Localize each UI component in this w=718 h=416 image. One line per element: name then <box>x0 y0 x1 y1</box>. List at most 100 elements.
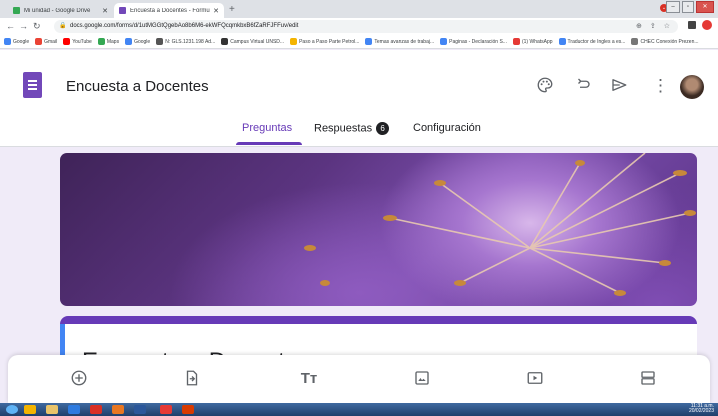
responses-count-badge: 6 <box>376 122 390 135</box>
maximize-button[interactable]: ▫ <box>682 1 694 13</box>
bookmark-favicon-icon <box>221 38 229 45</box>
add-video-icon[interactable] <box>524 367 546 389</box>
bookmark-star-icon[interactable]: ☆ <box>664 20 670 33</box>
profile-avatar[interactable] <box>702 20 712 30</box>
add-image-icon[interactable] <box>411 367 433 389</box>
system-tray: 11:31 a.m. 20/02/2023 <box>689 404 714 414</box>
powerpoint-icon[interactable] <box>182 405 194 414</box>
file-explorer-icon[interactable] <box>46 405 58 414</box>
undo-icon[interactable] <box>574 76 592 99</box>
new-tab-button[interactable]: + <box>229 3 235 16</box>
url-text: docs.google.com/forms/d/1utMGGtQgebAo8b6… <box>70 23 299 29</box>
window-controls: – ▫ ✕ <box>666 1 714 13</box>
send-icon[interactable] <box>610 76 628 99</box>
ie-icon[interactable] <box>24 405 36 414</box>
chrome-icon[interactable] <box>160 405 172 414</box>
bookmark-favicon-icon <box>440 38 448 45</box>
share-icon[interactable]: ⇪ <box>650 20 656 33</box>
bookmark-label: Temas avanzas de trabaj... <box>374 38 435 45</box>
question-toolbar: Tт <box>8 355 710 403</box>
bookmark-favicon-icon <box>125 38 133 45</box>
bookmark-label: Paginas - Declaración S... <box>449 38 507 45</box>
active-tab-indicator <box>236 142 302 145</box>
bookmark-item[interactable]: Campus Virtual UNSD... <box>221 38 284 45</box>
bookmark-favicon-icon <box>512 38 520 45</box>
google-drive-icon <box>13 7 20 14</box>
bookmark-label: N: GLS.1231.198 Ad... <box>165 38 216 45</box>
forms-header: Encuesta a Docentes ⋮ Preguntas Respuest… <box>0 50 718 147</box>
bookmark-item[interactable]: Temas avanzas de trabaj... <box>365 38 434 45</box>
bookmark-label: Google <box>13 38 30 45</box>
bookmark-label: Google <box>134 38 151 45</box>
zoom-icon[interactable]: ⊕ <box>636 20 642 33</box>
firefox-icon[interactable] <box>112 405 124 414</box>
add-title-icon[interactable]: Tт <box>298 367 320 389</box>
tab-google-drive[interactable]: Mi unidad - Google Drive ✕ <box>8 3 113 18</box>
bookmark-favicon-icon <box>97 38 105 45</box>
bookmark-label: (1) WhatsApp <box>521 38 553 45</box>
bookmark-item[interactable]: Paso a Paso Parte Petrol... <box>290 38 359 45</box>
google-forms-logo-icon[interactable] <box>23 72 42 98</box>
bookmark-item[interactable]: Google <box>4 38 29 45</box>
bookmark-item[interactable]: Maps <box>97 38 120 45</box>
add-question-icon[interactable] <box>68 367 90 389</box>
windows-taskbar: 11:31 a.m. 20/02/2023 <box>0 403 718 416</box>
tab-title: Mi unidad - Google Drive <box>24 7 91 14</box>
acrobat-icon[interactable] <box>90 405 102 414</box>
bookmark-label: Paso a Paso Parte Petrol... <box>299 38 360 45</box>
bookmark-label: YouTube <box>72 38 92 45</box>
browser-toolbar: ← → ↻ 🔒 docs.google.com/forms/d/1utMGGtQ… <box>0 18 718 35</box>
tab-title: Encuesta a Docentes - Formularios de G <box>130 7 210 14</box>
bookmark-label: Traductor de Ingles a es... <box>567 38 626 45</box>
bookmark-favicon-icon <box>63 38 71 45</box>
tab-forms[interactable]: Encuesta a Docentes - Formularios de G ✕ <box>114 3 224 18</box>
bookmark-label: Maps <box>106 38 120 45</box>
header-image-flower <box>60 153 697 306</box>
minimize-button[interactable]: – <box>666 1 680 13</box>
address-bar[interactable]: 🔒 docs.google.com/forms/d/1utMGGtQgebAo8… <box>54 20 678 33</box>
bookmark-item[interactable]: Paginas - Declaración S... <box>440 38 507 45</box>
reload-icon[interactable]: ↻ <box>33 20 41 33</box>
bookmark-item[interactable]: Traductor de Ingles a es... <box>558 38 626 45</box>
browser-tab-strip: Mi unidad - Google Drive ✕ Encuesta a Do… <box>0 0 718 18</box>
media-player-icon[interactable] <box>68 405 80 414</box>
close-tab-icon[interactable]: ✕ <box>213 7 219 15</box>
bookmark-item[interactable]: CHEC Conexión Prezen... <box>631 38 699 45</box>
bookmark-item[interactable]: YouTube <box>63 38 92 45</box>
word-icon[interactable] <box>134 405 146 414</box>
bookmark-favicon-icon <box>4 38 11 45</box>
tab-respuestas-label: Respuestas <box>314 122 373 135</box>
bookmark-label: Campus Virtual UNSD... <box>230 38 285 45</box>
bookmark-favicon-icon <box>558 38 566 45</box>
lock-icon: 🔒 <box>59 23 67 29</box>
document-title[interactable]: Encuesta a Docentes <box>66 78 209 95</box>
extensions-icon[interactable] <box>688 21 696 29</box>
close-tab-icon[interactable]: ✕ <box>102 7 108 15</box>
bookmark-item[interactable]: N: GLS.1231.198 Ad... <box>156 38 215 45</box>
toolbar-right <box>688 20 712 30</box>
user-avatar[interactable] <box>680 75 704 99</box>
flower-stamens <box>304 153 696 296</box>
bookmark-item[interactable]: (1) WhatsApp <box>512 38 553 45</box>
bookmarks-bar: Google Gmail YouTube Maps Google N: GLS.1231.… <box>0 35 718 49</box>
back-icon[interactable]: ← <box>6 20 15 33</box>
bookmark-favicon-icon <box>156 38 164 45</box>
bookmark-favicon-icon <box>631 38 639 45</box>
palette-icon[interactable] <box>536 76 554 99</box>
import-questions-icon[interactable] <box>181 367 203 389</box>
tab-respuestas[interactable]: Respuestas 6 <box>314 122 390 135</box>
tab-preguntas[interactable]: Preguntas <box>242 122 292 134</box>
start-button-icon[interactable] <box>6 405 18 414</box>
google-forms-icon <box>119 7 126 14</box>
forward-icon[interactable]: → <box>19 20 28 33</box>
clock-date[interactable]: 20/02/2023 <box>689 409 714 414</box>
close-window-button[interactable]: ✕ <box>696 1 714 13</box>
omnibox-actions: ⊕ ⇪ ☆ <box>636 20 670 33</box>
bookmark-item[interactable]: Gmail <box>35 38 57 45</box>
bookmark-item[interactable]: Google <box>125 38 150 45</box>
bookmark-favicon-icon <box>35 38 43 45</box>
more-options-icon[interactable]: ⋮ <box>652 76 669 96</box>
tab-configuracion[interactable]: Configuración <box>413 122 481 134</box>
add-section-icon[interactable] <box>637 367 659 389</box>
bookmark-favicon-icon <box>365 38 373 45</box>
